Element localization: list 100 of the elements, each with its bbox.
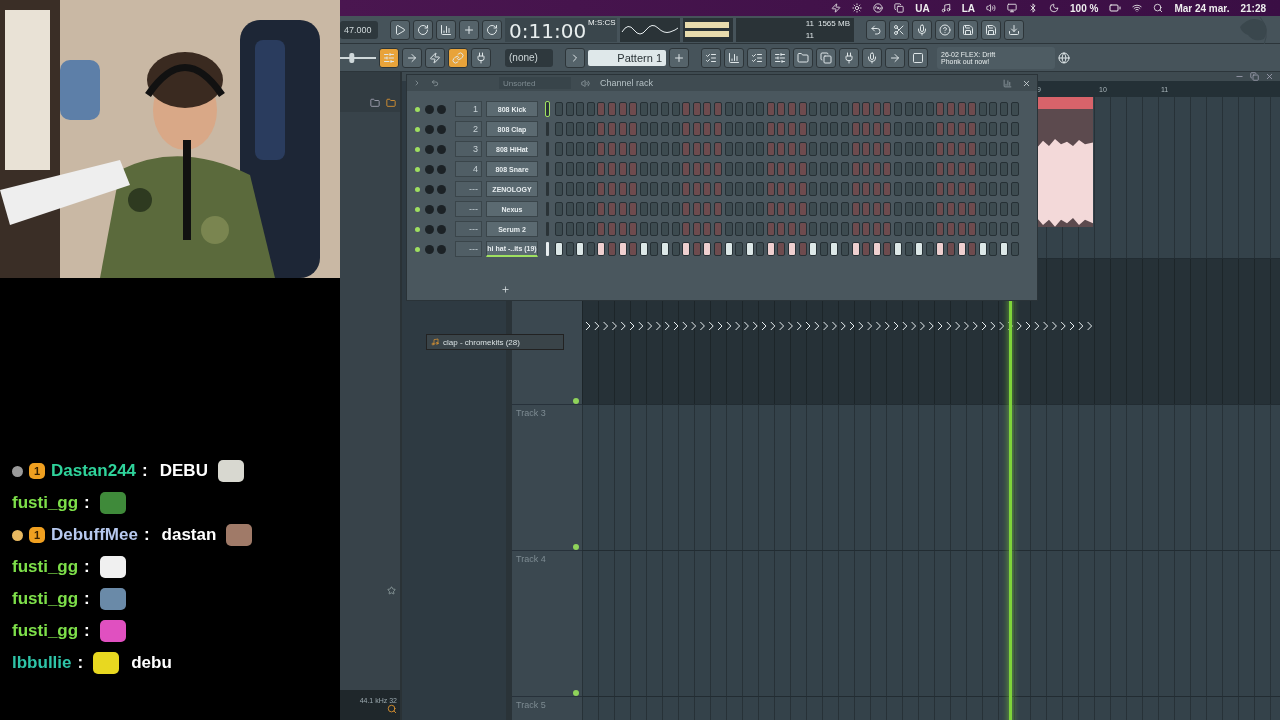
pattern-field[interactable]: Pattern 1 bbox=[588, 49, 666, 66]
mixer-track-number[interactable]: 4 bbox=[455, 161, 482, 177]
mute-led[interactable] bbox=[415, 146, 420, 152]
note-icon[interactable] bbox=[940, 3, 951, 13]
restore-icon[interactable] bbox=[1250, 72, 1259, 81]
mute-led[interactable] bbox=[415, 106, 420, 112]
mute-led[interactable] bbox=[415, 226, 420, 232]
cart-button[interactable] bbox=[908, 47, 928, 68]
track-lane[interactable] bbox=[582, 551, 1280, 697]
browser-button[interactable] bbox=[793, 47, 813, 68]
chat-username[interactable]: lbbullie bbox=[12, 653, 72, 673]
la-menu-item[interactable]: LA bbox=[961, 2, 975, 14]
step-button[interactable] bbox=[978, 242, 987, 256]
presets-button[interactable] bbox=[862, 47, 882, 68]
select-indicator[interactable] bbox=[546, 242, 549, 256]
group-filter[interactable]: Unsorted bbox=[499, 77, 571, 89]
globe-icon[interactable] bbox=[1058, 51, 1070, 64]
folder-icon[interactable] bbox=[370, 98, 380, 108]
step-button[interactable] bbox=[724, 242, 733, 256]
step-button[interactable] bbox=[766, 242, 775, 256]
battery-icon[interactable] bbox=[1109, 2, 1122, 14]
ua-menu-item[interactable]: UA bbox=[915, 2, 930, 14]
select-indicator[interactable] bbox=[546, 122, 549, 136]
stamp-button[interactable] bbox=[471, 47, 491, 68]
step-button[interactable] bbox=[915, 242, 924, 256]
step-button[interactable] bbox=[703, 242, 712, 256]
mixer-track-number[interactable]: --- bbox=[455, 221, 482, 237]
clip-header[interactable] bbox=[1037, 97, 1093, 110]
select-indicator[interactable] bbox=[546, 222, 549, 236]
star-icon[interactable] bbox=[387, 586, 396, 595]
wifi-icon[interactable] bbox=[1132, 3, 1143, 13]
play-pattern-button[interactable] bbox=[565, 47, 585, 68]
audio-clip[interactable] bbox=[1037, 97, 1093, 227]
metronome-button[interactable] bbox=[390, 19, 410, 40]
select-indicator[interactable] bbox=[546, 102, 549, 116]
mute-led[interactable] bbox=[415, 166, 420, 172]
search-icon[interactable] bbox=[1153, 3, 1164, 13]
drag-preview-tooltip[interactable]: clap - chromekits (28) bbox=[426, 334, 564, 350]
mixer-button[interactable] bbox=[770, 47, 790, 68]
pattern-picker[interactable]: (none) bbox=[505, 48, 553, 67]
mute-led[interactable] bbox=[415, 126, 420, 132]
channel-rack-button[interactable] bbox=[747, 47, 767, 68]
mixer-track-number[interactable]: --- bbox=[455, 181, 482, 197]
time-format[interactable]: M:S:CS bbox=[588, 17, 616, 28]
graph-icon[interactable] bbox=[1003, 78, 1012, 88]
master-volume-slider[interactable] bbox=[340, 52, 376, 63]
step-button[interactable] bbox=[809, 242, 818, 256]
save-button[interactable] bbox=[958, 19, 978, 40]
blend-button[interactable] bbox=[459, 19, 479, 40]
download-button[interactable] bbox=[1004, 19, 1024, 40]
step-button[interactable] bbox=[936, 242, 945, 256]
bluetooth-icon[interactable] bbox=[1028, 3, 1038, 13]
select-indicator[interactable] bbox=[546, 182, 549, 196]
step-button[interactable] bbox=[999, 242, 1008, 256]
mixer-track-number[interactable]: --- bbox=[455, 241, 482, 257]
step-button[interactable] bbox=[639, 242, 648, 256]
chat-username[interactable]: fusti_gg bbox=[12, 589, 79, 609]
mixer-track-number[interactable]: 3 bbox=[455, 141, 482, 157]
plugin-button[interactable] bbox=[839, 47, 859, 68]
link-button[interactable] bbox=[448, 47, 468, 68]
track-name[interactable]: Track 5 bbox=[516, 700, 546, 710]
arrow-button[interactable] bbox=[402, 47, 422, 68]
mixer-track-number[interactable]: --- bbox=[455, 201, 482, 217]
chat-username[interactable]: Dastan244 bbox=[51, 461, 137, 481]
help-button[interactable] bbox=[935, 19, 955, 40]
step-button[interactable] bbox=[745, 242, 754, 256]
mute-led[interactable] bbox=[415, 186, 420, 192]
bolt-icon[interactable] bbox=[831, 3, 842, 13]
tempo-field[interactable]: 47.000 bbox=[340, 20, 378, 39]
moon-icon[interactable] bbox=[1049, 3, 1059, 13]
step-button[interactable] bbox=[618, 242, 627, 256]
track-dot[interactable] bbox=[573, 544, 579, 550]
export-button[interactable] bbox=[981, 19, 1001, 40]
scissors-button[interactable] bbox=[889, 19, 909, 40]
menu-time[interactable]: 21:28 bbox=[1240, 2, 1266, 14]
folder-icon[interactable] bbox=[386, 98, 396, 108]
step-button[interactable] bbox=[788, 242, 797, 256]
touch-button[interactable] bbox=[885, 47, 905, 68]
step-button[interactable] bbox=[660, 242, 669, 256]
display-icon[interactable] bbox=[1007, 3, 1017, 13]
undo-icon[interactable] bbox=[431, 79, 439, 87]
draw-button[interactable] bbox=[425, 47, 445, 68]
disc-icon[interactable] bbox=[873, 3, 884, 13]
sun-icon[interactable] bbox=[852, 3, 863, 13]
piano-roll-button[interactable] bbox=[701, 47, 721, 68]
step-button[interactable] bbox=[851, 242, 860, 256]
windows-icon[interactable] bbox=[894, 3, 905, 13]
track-dot[interactable] bbox=[573, 690, 579, 696]
chat-username[interactable]: fusti_gg bbox=[12, 493, 79, 513]
step-button[interactable] bbox=[957, 242, 966, 256]
close-icon[interactable] bbox=[1022, 78, 1031, 88]
chat-username[interactable]: fusti_gg bbox=[12, 557, 79, 577]
chat-username[interactable]: fusti_gg bbox=[12, 621, 79, 641]
add-channel-icon[interactable] bbox=[501, 284, 510, 294]
loop-record-button[interactable] bbox=[482, 19, 502, 40]
close-icon[interactable] bbox=[1265, 72, 1274, 81]
step-button[interactable] bbox=[555, 242, 563, 256]
mute-led[interactable] bbox=[415, 206, 420, 212]
track-dot[interactable] bbox=[573, 398, 579, 404]
step-button[interactable] bbox=[894, 242, 902, 256]
